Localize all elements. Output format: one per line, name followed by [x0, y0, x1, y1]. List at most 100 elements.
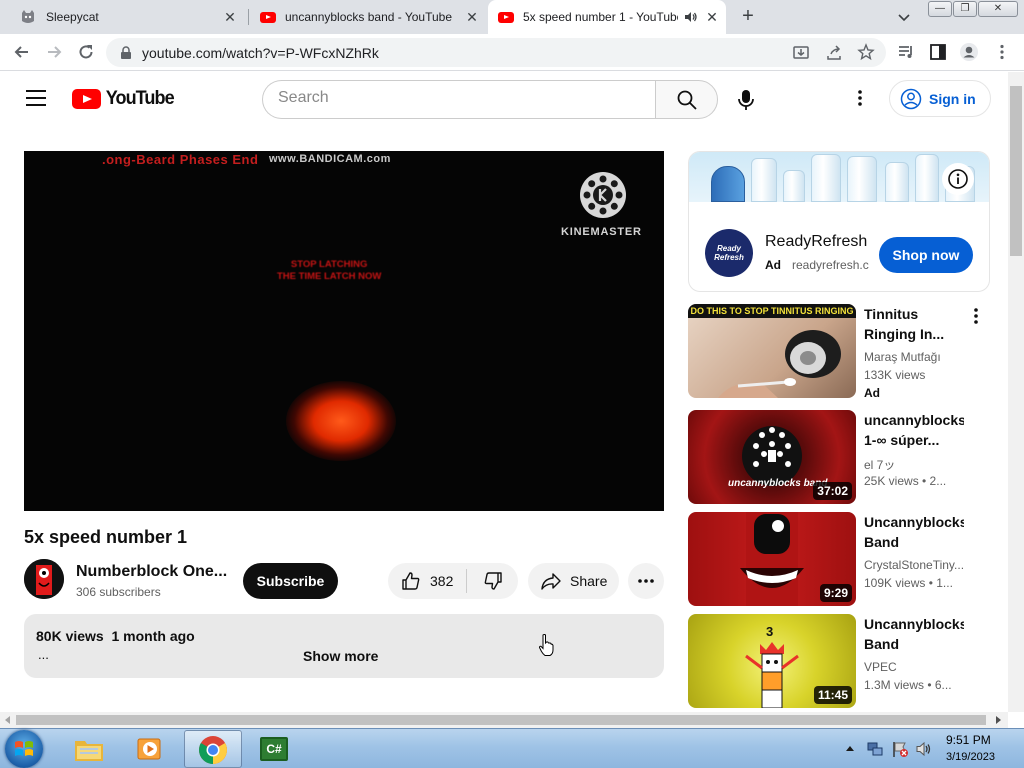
microphone-icon[interactable] [730, 84, 762, 116]
taskbar-media-player[interactable] [122, 730, 180, 768]
dislike-button[interactable] [467, 563, 518, 599]
tab-sleepycat[interactable]: Sleepycat ✕ [8, 0, 244, 34]
glowing-orb [286, 381, 396, 461]
hamburger-menu-icon[interactable] [26, 90, 46, 106]
reload-icon[interactable] [76, 42, 96, 62]
recommendation-channel[interactable]: VPEC [864, 660, 964, 674]
ad-banner-image[interactable] [689, 152, 989, 202]
scroll-right-arrow-icon[interactable] [994, 716, 1002, 724]
video-thumbnail[interactable]: 9:29 [688, 512, 856, 606]
vertical-scrollbar[interactable] [1008, 72, 1024, 712]
recommendation-title[interactable]: Uncannyblocks Band Differen... [864, 512, 964, 552]
search-button[interactable] [655, 80, 718, 119]
more-actions-button[interactable] [628, 563, 664, 599]
view-count-and-date: 80K views 1 month ago [36, 628, 195, 644]
lock-icon[interactable] [120, 46, 132, 60]
recommendation-title[interactable]: Tinnitus Ringing In... [864, 304, 964, 344]
cat-icon [22, 10, 34, 23]
channel-avatar[interactable] [24, 559, 64, 599]
url-text[interactable]: youtube.com/watch?v=P-WFcxNZhRk [142, 45, 379, 61]
tab-title: Sleepycat [46, 10, 99, 24]
recommendation-title[interactable]: Uncannyblocks Band Differen... [864, 614, 964, 654]
side-panel-icon[interactable] [928, 42, 948, 62]
start-button[interactable] [5, 730, 43, 768]
bookmark-star-icon[interactable] [857, 43, 875, 61]
chevron-down-icon[interactable] [896, 9, 912, 25]
tray-expand-arrow-icon[interactable] [845, 744, 855, 752]
youtube-logo[interactable]: YouTube [72, 88, 175, 110]
more-vertical-icon[interactable] [848, 86, 872, 110]
shop-now-button[interactable]: Shop now [879, 237, 973, 273]
more-vertical-icon[interactable] [970, 306, 982, 326]
restore-button[interactable]: ❐ [953, 1, 977, 17]
ad-card[interactable]: Ready Refresh ReadyRefresh Ad readyrefre… [688, 151, 990, 292]
minimize-button[interactable]: — [928, 1, 952, 17]
install-icon[interactable] [792, 44, 810, 62]
description-box[interactable]: 80K views 1 month ago ... Show more [24, 614, 664, 678]
search-box[interactable] [262, 80, 655, 119]
new-tab-button[interactable]: + [737, 6, 759, 28]
tab-title: uncannyblocks band - YouTube [285, 10, 453, 24]
ad-domain: readyrefresh.c [792, 258, 869, 272]
network-icon[interactable] [866, 740, 884, 758]
bottle-shape [915, 154, 939, 202]
taskbar-file-explorer[interactable] [60, 730, 118, 768]
forward-arrow-icon[interactable] [44, 42, 64, 62]
subscribe-button[interactable]: Subscribe [243, 563, 338, 599]
tab-uncannyblocks[interactable]: uncannyblocks band - YouTube ✕ [250, 0, 486, 34]
taskbar-chrome[interactable] [184, 730, 242, 768]
bottle-shape [783, 170, 805, 202]
horizontal-scroll-thumb[interactable] [16, 715, 986, 725]
taskbar-csharp-app[interactable]: C# [246, 730, 304, 768]
recommendation-channel[interactable]: el 7ッ [864, 456, 964, 473]
youtube-icon [498, 11, 514, 23]
close-window-button[interactable]: ✕ [978, 1, 1018, 17]
media-control-icon[interactable] [896, 42, 916, 62]
back-arrow-icon[interactable] [12, 42, 32, 62]
like-button[interactable]: 382 [388, 563, 466, 599]
numberblock-three-icon [745, 642, 799, 708]
close-icon[interactable]: ✕ [464, 9, 480, 26]
kinemaster-watermark: KINEMASTER [561, 226, 642, 238]
show-more-button[interactable]: Show more [303, 648, 378, 664]
csharp-icon: C# [260, 737, 288, 761]
advertiser-logo[interactable]: Ready Refresh [705, 229, 753, 277]
recommendation-item[interactable]: 3 11:45 Uncannyblocks Band Differen... V… [688, 614, 990, 708]
clock-date[interactable]: 3/19/2023 [946, 751, 995, 763]
vertical-scroll-thumb[interactable] [1010, 86, 1022, 256]
scroll-left-arrow-icon[interactable] [4, 716, 12, 724]
video-player[interactable]: .ong-Beard Phases End www.BANDICAM.com K… [24, 151, 664, 511]
logo-line: Ready [716, 244, 741, 253]
browser-menu-icon[interactable] [992, 42, 1012, 62]
audio-playing-icon[interactable] [684, 10, 698, 24]
sign-in-button[interactable]: Sign in [889, 80, 991, 117]
recommendation-meta: 1.3M views • 6... [864, 678, 952, 692]
share-page-icon[interactable] [825, 44, 843, 62]
ad-badge: Ad [765, 258, 781, 272]
tab-5x-speed[interactable]: 5x speed number 1 - YouTube ✕ [488, 0, 726, 34]
clock-time[interactable]: 9:51 PM [946, 733, 991, 747]
video-thumbnail[interactable]: uncannyblocks band 37:02 [688, 410, 856, 504]
recommendation-item[interactable]: 9:29 Uncannyblocks Band Differen... Crys… [688, 512, 990, 606]
recommendation-item[interactable]: DO THIS TO STOP TINNITUS RINGING Tinnitu… [688, 304, 990, 400]
video-thumbnail[interactable]: 3 11:45 [688, 614, 856, 708]
recommendation-channel[interactable]: CrystalStoneTiny... [864, 558, 964, 572]
channel-name[interactable]: Numberblock One... [76, 563, 227, 581]
recommendation-item[interactable]: uncannyblocks band 37:02 uncannyblocks 1… [688, 410, 990, 504]
share-button[interactable]: Share [528, 563, 619, 599]
like-dislike-group: 382 [388, 563, 518, 599]
action-center-flag-icon[interactable] [891, 740, 909, 758]
volume-icon[interactable] [915, 740, 933, 758]
horizontal-scrollbar[interactable] [0, 712, 1008, 728]
profile-avatar-icon[interactable] [959, 42, 979, 62]
recommendation-channel[interactable]: Maraş Mutfağı [864, 350, 964, 364]
ad-info-button[interactable] [942, 163, 974, 195]
search-input[interactable] [278, 89, 638, 107]
recommendation-title[interactable]: uncannyblocks 1-∞ súper... [864, 410, 964, 450]
advertiser-name[interactable]: ReadyRefresh [765, 233, 867, 251]
youtube-icon [260, 11, 276, 23]
address-bar[interactable]: youtube.com/watch?v=P-WFcxNZhRk [106, 38, 886, 67]
close-icon[interactable]: ✕ [704, 9, 720, 26]
close-icon[interactable]: ✕ [222, 9, 238, 26]
video-thumbnail[interactable]: DO THIS TO STOP TINNITUS RINGING [688, 304, 856, 398]
